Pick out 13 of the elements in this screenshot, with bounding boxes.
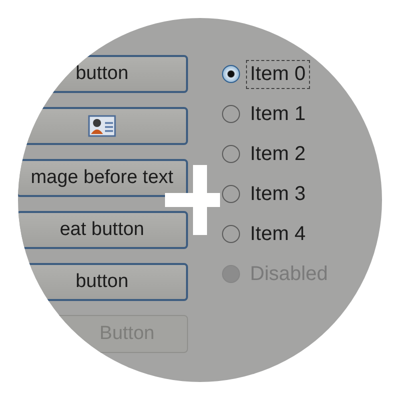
radio-button[interactable] [222, 185, 240, 203]
radio-label[interactable]: Item 3 [246, 180, 310, 208]
radio-button[interactable] [222, 65, 240, 83]
radio-label[interactable]: Item 0 [246, 60, 310, 88]
push-button[interactable]: mage before text [18, 159, 188, 197]
radio-button[interactable] [222, 105, 240, 123]
radio-label[interactable]: Item 4 [246, 220, 310, 248]
radio-label[interactable]: Item 1 [246, 100, 310, 128]
push-button[interactable]: eat button [18, 211, 188, 249]
radio-label[interactable]: Item 2 [246, 140, 310, 168]
contact-card-icon [88, 115, 116, 137]
radio-button[interactable] [222, 225, 240, 243]
radio-button[interactable] [222, 145, 240, 163]
